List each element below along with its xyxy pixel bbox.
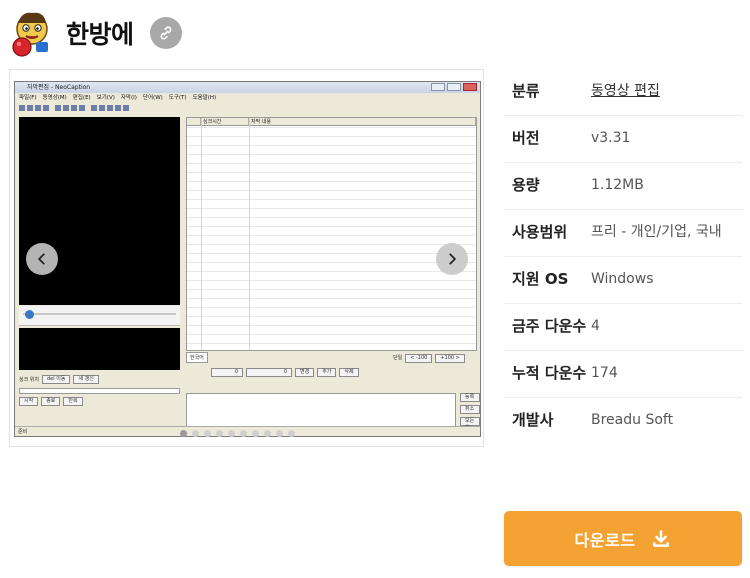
chevron-right-icon [449, 253, 456, 265]
chevron-left-icon [38, 253, 45, 265]
info-label: 누적 다운수 [512, 364, 587, 382]
screenshot-left-btn: 종료 [41, 397, 61, 406]
carousel-next-button[interactable] [436, 243, 468, 275]
download-icon [651, 529, 671, 549]
info-value: 프리 - 개인/기업, 국내 [591, 224, 722, 240]
screenshot-video-preview [19, 117, 180, 305]
link-icon [160, 26, 171, 40]
info-row-license: 사용범위 프리 - 개인/기업, 국내 [504, 210, 742, 257]
screenshot-nav-btn: < -100 [405, 354, 433, 363]
screenshot-menu-item: 단어(W) [142, 95, 163, 101]
screenshot-grid-col: 자막 내용 [249, 118, 476, 125]
screenshot-nav-btn: +100 > [435, 354, 465, 363]
carousel-dot[interactable] [240, 430, 247, 437]
info-row-category: 분류 동영상 편집 [504, 69, 742, 116]
screenshot-time-btn: 변경 [295, 368, 315, 377]
carousel-dot[interactable] [192, 430, 199, 437]
screenshot-subtitle-grid: 싱크시간 자막 내용 [186, 117, 477, 351]
screenshot-time-btn: 삭제 [339, 368, 359, 377]
screenshot-left-btn: 새 갱신 [73, 375, 99, 384]
screenshot-menu-item: 동영상(M) [42, 95, 67, 101]
screenshot-carousel[interactable]: 자막편집 - NeoCaption 파일(F) 동영상(M) 편집(E) 보기(… [9, 69, 484, 447]
app-screenshot: 자막편집 - NeoCaption 파일(F) 동영상(M) 편집(E) 보기(… [14, 81, 481, 437]
screenshot-toolbar [15, 103, 480, 113]
screenshot-nav-buttons: 단일 < -100 +100 > [393, 354, 465, 363]
app-info-table: 분류 동영상 편집 버전 v3.31 용량 1.12MB 사용범위 프리 - 개… [504, 69, 742, 432]
app-title: 한방에 [66, 20, 134, 49]
screenshot-side-btn: 등록 [460, 393, 480, 402]
screenshot-menu-item: 파일(F) [19, 95, 37, 101]
info-row-total-downloads: 누적 다운수 174 [504, 351, 742, 398]
carousel-dot[interactable] [204, 430, 211, 437]
info-label: 분류 [512, 82, 540, 100]
info-label: 개발사 [512, 411, 554, 429]
carousel-dot[interactable] [252, 430, 259, 437]
screenshot-menu-item: 보기(V) [96, 95, 115, 101]
carousel-dots [180, 430, 295, 437]
info-label: 사용범위 [512, 223, 568, 241]
app-logo-icon [12, 12, 48, 57]
category-link[interactable]: 동영상 편집 [591, 80, 742, 115]
screenshot-menu-item: 도움말(H) [192, 95, 217, 101]
screenshot-grid-header: 싱크시간 자막 내용 [187, 118, 476, 126]
screenshot-menu-item: 자막(I) [120, 95, 137, 101]
screenshot-left-btn: del 이동 [42, 375, 71, 384]
screenshot-grid-col: 싱크시간 [201, 118, 249, 125]
screenshot-left-controls: 싱크 위치 del 이동 새 갱신 시작 종료 반복 [19, 374, 180, 420]
screenshot-menu-item: 도구(T) [168, 95, 187, 101]
screenshot-language-tab: 한국어 [186, 352, 208, 363]
info-row-os: 지원 OS Windows [504, 257, 742, 304]
info-value: Windows [591, 271, 654, 287]
screenshot-left-btn: 반복 [63, 397, 83, 406]
screenshot-grid-col [187, 118, 201, 125]
copy-link-button[interactable] [149, 17, 182, 49]
info-value: 174 [591, 365, 618, 381]
carousel-dot[interactable] [288, 430, 295, 437]
carousel-dot[interactable] [216, 430, 223, 437]
info-row-size: 용량 1.12MB [504, 163, 742, 210]
carousel-prev-button[interactable] [26, 243, 58, 275]
info-row-developer: 개발사 Breadu Soft [504, 398, 742, 432]
info-value: 1.12MB [591, 177, 644, 193]
info-label: 버전 [512, 129, 540, 147]
info-row-version: 버전 v3.31 [504, 116, 742, 163]
screenshot-video-secondary [19, 328, 180, 370]
screenshot-seek-bar [19, 306, 180, 326]
carousel-dot[interactable] [228, 430, 235, 437]
screenshot-menu-item: 편집(E) [72, 95, 91, 101]
download-button-label: 다운로드 [574, 530, 636, 550]
screenshot-time-buttons: 0 0 변경 추가 삭제 [211, 368, 359, 377]
download-button[interactable]: 다운로드 [504, 511, 742, 566]
info-value: v3.31 [591, 130, 631, 146]
screenshot-time-btn: 추가 [317, 368, 337, 377]
info-value: Breadu Soft [591, 412, 674, 428]
carousel-dot[interactable] [264, 430, 271, 437]
info-row-weekly-downloads: 금주 다운수 4 [504, 304, 742, 351]
carousel-dot[interactable] [276, 430, 283, 437]
carousel-dot[interactable] [180, 430, 187, 437]
screenshot-window-buttons [431, 83, 477, 91]
screenshot-side-btn: 모든행 [460, 417, 480, 431]
info-label: 용량 [512, 176, 540, 194]
app-logo [8, 9, 56, 57]
screenshot-left-label: 싱크 위치 [19, 377, 39, 383]
screenshot-side-btn: 취소 [460, 405, 480, 414]
info-label: 지원 OS [512, 270, 569, 288]
info-label: 금주 다운수 [512, 317, 587, 335]
info-value: 4 [591, 318, 600, 334]
screenshot-window-title: 자막편집 - NeoCaption [15, 82, 480, 93]
screenshot-window-title-text: 자막편집 - NeoCaption [27, 84, 91, 91]
screenshot-menu-bar: 파일(F) 동영상(M) 편집(E) 보기(V) 자막(I) 단어(W) 도구(… [15, 93, 480, 103]
screenshot-checkbox-label: 단일 [393, 355, 403, 361]
screenshot-time-field: 0 [211, 368, 243, 377]
app-header: 한방에 [8, 8, 182, 58]
screenshot-side-buttons: 등록 취소 모든행 [460, 393, 480, 431]
screenshot-left-btn: 시작 [19, 397, 39, 406]
screenshot-time-field: 0 [246, 368, 292, 377]
